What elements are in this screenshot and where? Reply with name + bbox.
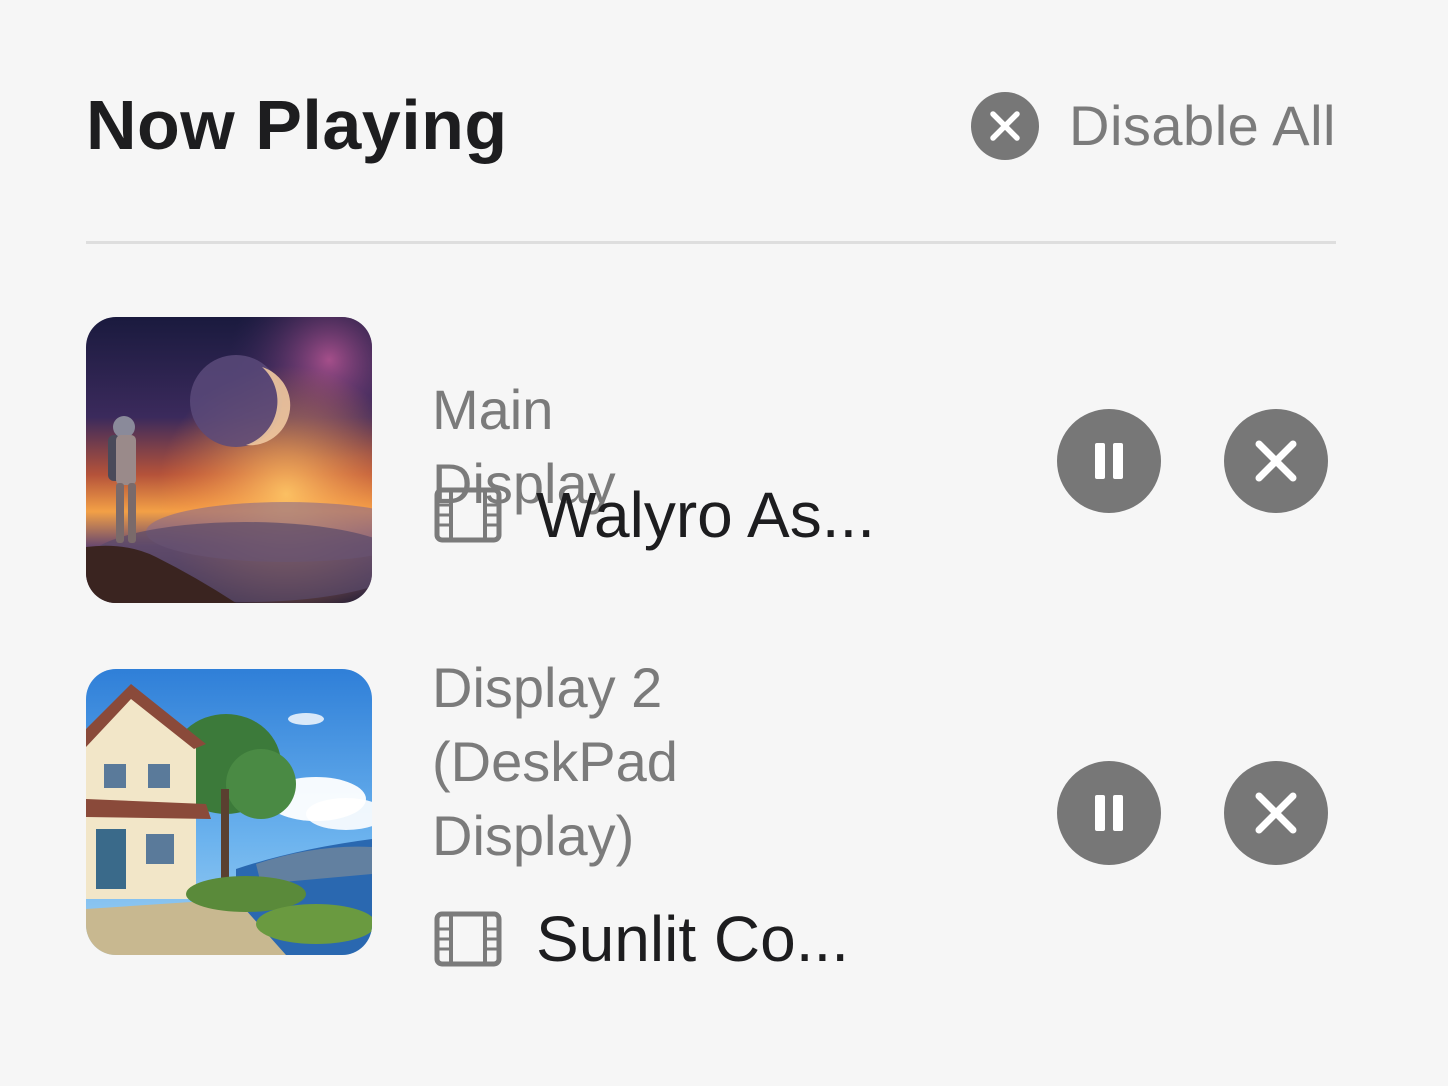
disable-all-button[interactable]: Disable All [971, 92, 1336, 160]
page-title: Now Playing [86, 86, 508, 164]
film-icon [434, 911, 502, 967]
thumbnail-image [86, 669, 372, 955]
close-circle-icon [971, 92, 1040, 160]
display-name: Display 2 (DeskPad Display) [432, 656, 678, 867]
pause-icon [1095, 795, 1123, 831]
remove-button[interactable] [1224, 409, 1328, 513]
remove-button[interactable] [1224, 761, 1328, 865]
media-line: Sunlit Co... [434, 907, 849, 971]
media-line: Walyro As... [434, 483, 875, 547]
close-icon [1255, 792, 1297, 834]
header: Now Playing Disable All [86, 80, 1336, 180]
close-icon [1255, 440, 1297, 482]
list-item: Display 2 (DeskPad Display) Sunlit Co... [86, 656, 1336, 971]
pause-button[interactable] [1057, 409, 1161, 513]
list-item: Main Display Walyro As... [86, 317, 1336, 603]
film-icon [434, 487, 502, 543]
media-title: Walyro As... [536, 479, 876, 551]
media-title: Sunlit Co... [536, 903, 850, 975]
thumbnail-image [86, 317, 372, 603]
pause-button[interactable] [1057, 761, 1161, 865]
divider [86, 241, 1336, 244]
disable-all-label: Disable All [1069, 94, 1336, 157]
pause-icon [1095, 443, 1123, 479]
